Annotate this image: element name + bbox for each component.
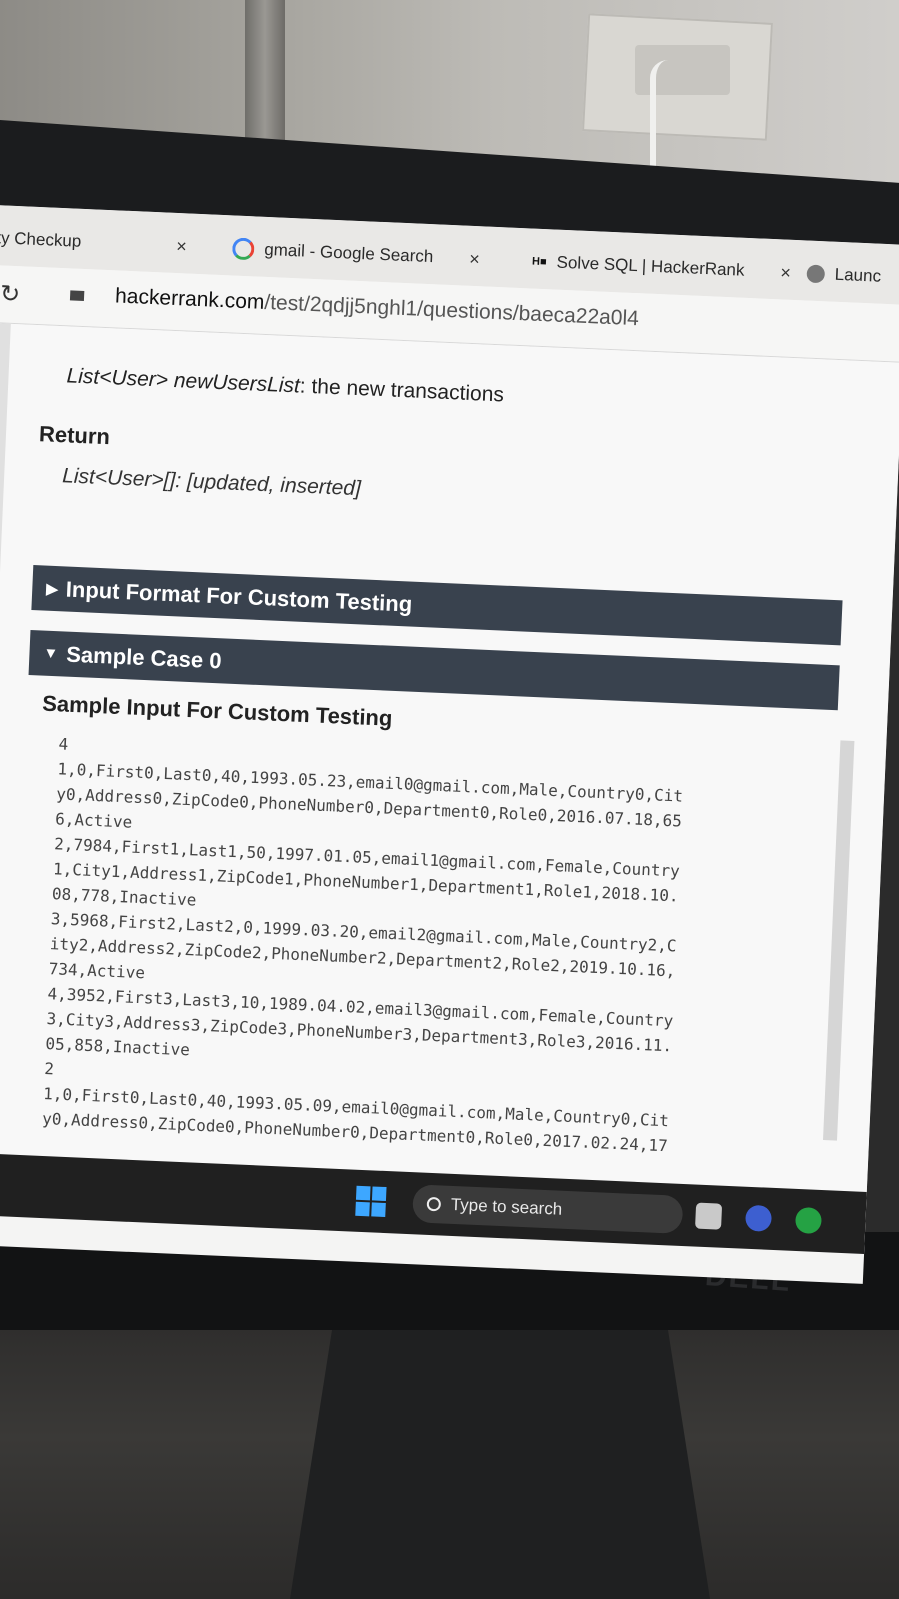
input-format-toggle[interactable]: ▶ Input Format For Custom Testing [31, 565, 843, 646]
search-icon [426, 1196, 442, 1212]
sample-input-code: 4 1,0,First0,Last0,40,1993.05.23,email0@… [42, 731, 819, 1164]
code-scrollbar[interactable] [823, 740, 855, 1141]
tab-label: ity Checkup [0, 227, 82, 251]
monitor-screen: ity Checkup × gmail - Google Search × H■… [0, 205, 899, 1284]
close-icon[interactable]: × [176, 235, 187, 256]
close-icon[interactable]: × [469, 248, 480, 269]
search-placeholder: Type to search [450, 1194, 563, 1219]
parameter-line: List<User> newUsersList: the new transac… [66, 364, 504, 407]
tab-hackerrank[interactable]: H■ Solve SQL | HackerRank × [531, 247, 792, 288]
camera-icon[interactable] [69, 290, 85, 302]
tab-gmail-google-search[interactable]: gmail - Google Search × [231, 233, 481, 274]
param-name: newUsersList [173, 369, 301, 398]
hackerrank-icon: H■ [531, 255, 547, 269]
param-desc: : the new transactions [299, 374, 505, 407]
globe-icon [806, 264, 826, 284]
url-field[interactable]: hackerrank.com/test/2qdjj5nghl1/question… [115, 284, 640, 331]
google-icon [231, 237, 255, 261]
close-icon[interactable]: × [780, 262, 791, 283]
url-domain: hackerrank.com [114, 284, 265, 314]
left-gutter [0, 322, 11, 1154]
tab-launch[interactable]: Launc [806, 259, 882, 292]
tab-label: Solve SQL | HackerRank [556, 252, 745, 280]
file-explorer-icon[interactable] [695, 1202, 723, 1230]
tab-label: Launc [834, 264, 882, 286]
meet-icon[interactable] [744, 1204, 773, 1232]
whatsapp-icon[interactable] [794, 1206, 823, 1235]
return-value: List<User>[]: [updated, inserted] [61, 464, 362, 501]
sample-input-heading: Sample Input For Custom Testing [41, 690, 393, 731]
tab-security-checkup[interactable]: ity Checkup × [0, 223, 187, 261]
windows-start-icon[interactable] [355, 1185, 387, 1218]
url-path: /test/2qdjj5nghl1/questions/baeca22a0l4 [263, 290, 640, 331]
taskbar-search[interactable]: Type to search [412, 1184, 684, 1234]
tab-label: gmail - Google Search [263, 239, 434, 267]
problem-content: List<User> newUsersList: the new transac… [0, 322, 899, 1193]
wall-pipe [245, 0, 285, 140]
return-heading: Return [38, 421, 111, 450]
reload-icon[interactable]: ↻ [0, 279, 21, 309]
sample-case-label: Sample Case 0 [65, 641, 223, 673]
input-format-label: Input Format For Custom Testing [65, 576, 413, 617]
triangle-right-icon: ▶ [45, 580, 59, 598]
triangle-down-icon: ▼ [43, 644, 59, 663]
monitor-stand [290, 1330, 710, 1599]
param-type: List<User> [66, 364, 175, 393]
